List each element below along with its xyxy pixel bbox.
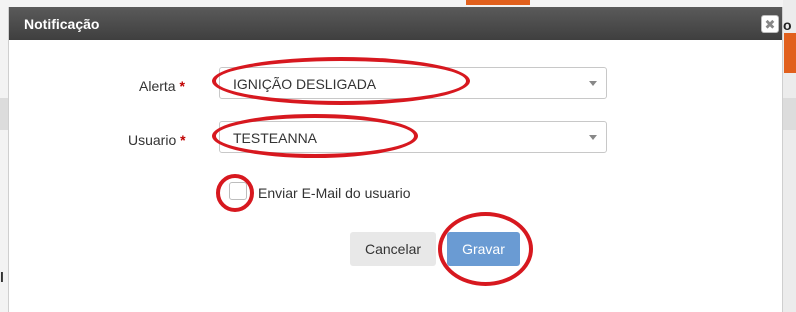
- alert-required-mark: *: [179, 78, 185, 94]
- background-left-text: l: [0, 269, 4, 285]
- close-button[interactable]: ✖: [761, 15, 779, 33]
- user-select-value: TESTEANNA: [233, 130, 318, 146]
- alert-label: Alerta: [139, 78, 176, 94]
- chevron-down-icon: [589, 81, 597, 86]
- user-label: Usuario: [128, 132, 177, 148]
- background-orange-button: [784, 33, 796, 73]
- alert-label-row: Alerta *: [139, 77, 185, 95]
- email-checkbox[interactable]: [229, 182, 247, 200]
- background-top-bar: [466, 0, 530, 5]
- alert-select-value: IGNIÇÃO DESLIGADA: [233, 76, 377, 92]
- background-band-right: [783, 98, 796, 130]
- email-checkbox-label[interactable]: Enviar E-Mail do usuario: [258, 184, 411, 202]
- save-button[interactable]: Gravar: [447, 232, 520, 266]
- background-edge-text: o: [783, 17, 792, 33]
- screen: o l Notificação ✖ Alerta * IGNIÇÃO DESLI…: [0, 0, 796, 312]
- user-label-row: Usuario *: [128, 131, 186, 149]
- user-select[interactable]: TESTEANNA: [219, 121, 607, 153]
- cancel-button[interactable]: Cancelar: [350, 232, 436, 266]
- alert-select[interactable]: IGNIÇÃO DESLIGADA: [219, 67, 607, 99]
- notification-dialog: Notificação ✖: [8, 7, 783, 312]
- close-icon: ✖: [764, 16, 776, 32]
- dialog-title: Notificação: [24, 16, 100, 32]
- dialog-header: Notificação ✖: [9, 7, 782, 40]
- chevron-down-icon: [589, 135, 597, 140]
- user-required-mark: *: [180, 132, 186, 148]
- background-band-left: [0, 98, 8, 130]
